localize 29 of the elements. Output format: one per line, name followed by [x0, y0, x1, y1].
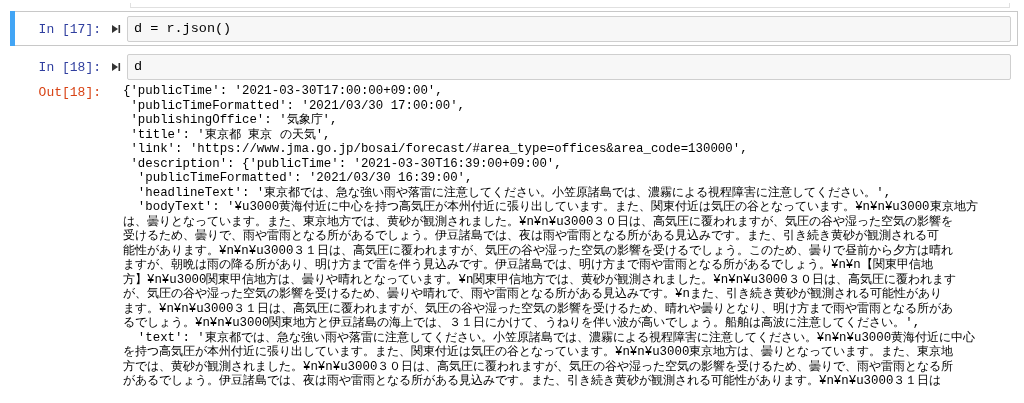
- code-input[interactable]: d = r.json(): [127, 16, 1011, 42]
- output-line: 'bodyText': '¥u3000黄海付近に中心を持つ高気圧が本州付近に張り出しています。また、関東付近は気圧の谷となっています。¥n¥n¥u3000東京地方: [136, 200, 978, 215]
- output-line: 方】¥n¥u3000関東甲信地方は、曇りや晴れとなっています。¥n関東甲信地方では、黄砂が観測されました。¥n¥n¥u3000３０日は、高気圧に覆われます: [123, 272, 956, 287]
- output-line: 'publicTimeFormatted': '2021/03/30 17:00:00',: [129, 98, 466, 113]
- output-line: {'publicTime': '2021-03-30T17:00:00+09:00',: [123, 84, 443, 99]
- run-icon[interactable]: [111, 62, 121, 72]
- output-line: 方では、黄砂が観測されました。¥n¥n¥u3000３０日は、高気圧に覆われますが、気圧の谷や湿った空気の影響を受けるため、曇りで、雨や雷雨となる所: [123, 359, 954, 374]
- output-line: 'text': '東京都では、急な強い雨や落雷に注意してください。小笠原諸島では、濃霧による視程障害に注意してください。¥n¥n¥u3000黄海付近に中心: [136, 330, 976, 345]
- output-line: は、曇りとなっています。また、東京地方では、黄砂が観測されました。¥n¥n¥u3000３０日は、高気圧に覆われますが、気圧の谷や湿った空気の影響を: [123, 214, 954, 229]
- run-icon[interactable]: [111, 24, 121, 34]
- output-prompt: Out[18]:: [37, 84, 102, 102]
- output-line: ますが、朝晩は雨の降る所があり、明け方まで雷を伴う見込みです。伊豆諸島では、明け方まで雨や雷雨となる所があるでしょう。¥n¥n【関東甲信地: [123, 258, 933, 273]
- output-line: 'publishingOffice': '気象庁',: [129, 113, 338, 128]
- output-line: 'description': {'publicTime': '2021-03-30T16:39:00+09:00',: [129, 156, 562, 171]
- output-line: を持つ高気圧が本州付近に張り出しています。また、関東付近は気圧の谷となっています。¥n¥n¥u3000東京地方は、曇りとなっています。また、東京地: [123, 345, 954, 360]
- output-line: 'title': '東京都 東京 の天気',: [129, 127, 331, 142]
- output-line: 能性があります。¥n¥n¥u3000３１日は、高気圧に覆われますが、気圧の谷や湿った空気の影響を受けるでしょう。このため、曇りで昼前から夕方は晴れ: [123, 243, 954, 258]
- output-line: るでしょう。¥n¥n¥u3000関東地方と伊豆諸島の海上では、３１日にかけて、うねりを伴い波が高いでしょう。船舶は高波に注意してください。',: [123, 316, 921, 331]
- input-prompt: In [18]:: [37, 59, 102, 75]
- output-line: ます。¥n¥n¥u3000３１日は、高気圧に覆われますが、気圧の谷や湿った空気の影響を受けるため、晴れや曇りとなり、明け方まで雨や雷雨となる所があ: [123, 301, 954, 316]
- input-prompt: In [17]:: [37, 21, 102, 37]
- notebook-cell[interactable]: In [17]: d = r.json(): [10, 11, 1018, 46]
- code-input[interactable]: d: [127, 54, 1011, 80]
- output-line: 'link': 'https://www.jma.go.jp/bosai/forecast/#area_type=offices&area_code=130000',: [129, 142, 748, 157]
- output-line: 'headlineText': '東京都では、急な強い雨や落雷に注意してください。小笠原諸島では、濃霧による視程障害に注意してください。',: [136, 185, 892, 200]
- output-line: 受けるため、曇りで、雨や雷雨となる所があるでしょう。伊豆諸島では、夜は雨や雷雨となる所がある見込みです。また、引き続き黄砂が観測される可: [123, 229, 939, 244]
- output-line: があるでしょう。伊豆諸島では、夜は雨や雷雨となる所がある見込みです。また、引き続き黄砂が観測される可能性があります。¥n¥n¥u3000３１日は: [123, 374, 942, 389]
- output-line: が、気圧の谷や湿った空気の影響を受けるため、曇りや晴れで、雨や雷雨となる所がある見込みです。¥nまた、引き続き黄砂が観測される可能性があり: [123, 287, 942, 302]
- output-line: 'publicTimeFormatted': '2021/03/30 16:39:00',: [136, 171, 473, 186]
